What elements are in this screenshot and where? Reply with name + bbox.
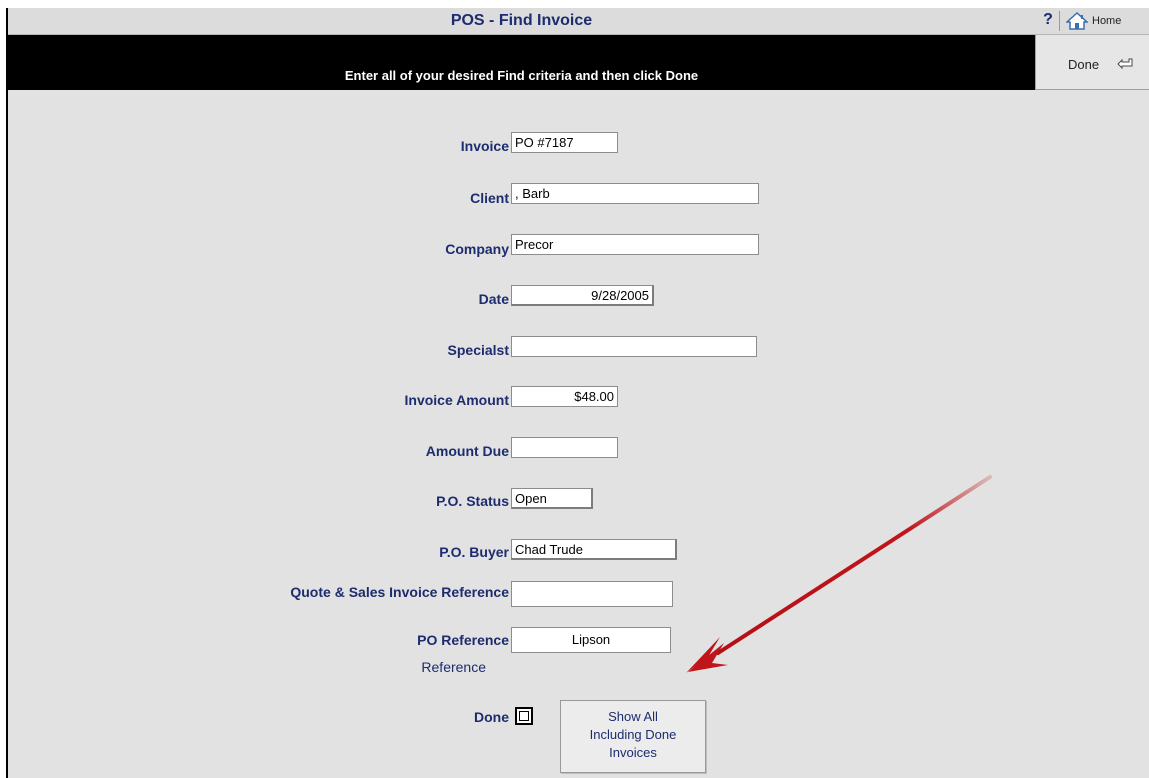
specialist-label: Specialst	[447, 342, 509, 358]
home-icon	[1066, 12, 1088, 30]
show-all-button[interactable]: Show All Including Done Invoices	[560, 700, 706, 773]
invoice-label: Invoice	[460, 138, 509, 154]
done-button[interactable]: Done	[1035, 35, 1149, 90]
company-label: Company	[445, 241, 509, 257]
banner-message: Enter all of your desired Find criteria …	[344, 68, 699, 83]
show-all-line3: Invoices	[609, 745, 657, 760]
quote-reference-label: Quote & Sales Invoice Reference	[290, 584, 509, 600]
po-reference-field[interactable]: Lipson	[511, 627, 671, 653]
invoice-amount-label: Invoice Amount	[404, 392, 510, 408]
home-label: Home	[1092, 15, 1122, 27]
quote-reference-field[interactable]	[511, 581, 673, 607]
specialist-field[interactable]	[511, 336, 757, 357]
client-label: Client	[470, 190, 509, 206]
instruction-banner: Enter all of your desired Find criteria …	[8, 35, 1035, 90]
po-status-label: P.O. Status	[436, 493, 509, 509]
invoice-amount-field[interactable]: $48.00	[511, 386, 618, 407]
home-button[interactable]: Home	[1064, 10, 1146, 32]
window-title: POS - Find Invoice	[8, 8, 1035, 35]
done-checkbox-label: Done	[474, 709, 509, 725]
po-status-field[interactable]: Open	[511, 488, 593, 509]
po-buyer-label: P.O. Buyer	[439, 544, 509, 560]
po-buyer-field[interactable]: Chad Trude	[511, 539, 677, 560]
client-field[interactable]: , Barb	[511, 183, 759, 204]
show-all-line1: Show All	[608, 709, 658, 724]
help-button[interactable]: ?	[1039, 10, 1057, 30]
toolbar-divider	[1059, 11, 1060, 31]
amount-due-label: Amount Due	[425, 443, 509, 459]
annotation-arrow	[686, 475, 992, 673]
amount-due-field[interactable]	[511, 437, 618, 458]
date-field[interactable]: 9/28/2005	[511, 285, 654, 306]
done-checkbox[interactable]	[515, 707, 533, 725]
show-all-line2: Including Done	[589, 727, 677, 742]
po-reference-label: PO Reference	[417, 632, 509, 648]
return-arrow-icon	[1117, 58, 1133, 70]
po-reference-sublabel: Reference	[421, 659, 486, 675]
done-button-label: Done	[1068, 57, 1100, 72]
top-toolbar: ? Home	[1035, 8, 1149, 35]
date-label: Date	[478, 291, 509, 307]
company-field[interactable]: Precor	[511, 234, 759, 255]
invoice-field[interactable]: PO #7187	[511, 132, 618, 153]
